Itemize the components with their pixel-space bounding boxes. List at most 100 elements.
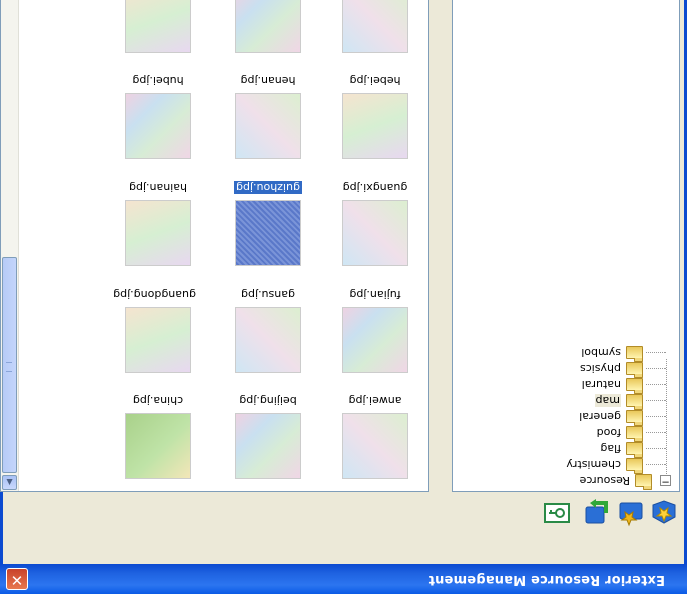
close-button[interactable]: ✕ xyxy=(6,568,28,590)
folder-icon xyxy=(626,410,643,424)
thumbnail-label: henan.jpg xyxy=(240,74,296,87)
thumbnail-item[interactable]: guangxi.jpg xyxy=(335,180,415,266)
map-thumbnail-image xyxy=(342,0,408,53)
tree-guide xyxy=(646,416,666,417)
tree-node-food[interactable]: food xyxy=(597,425,643,441)
map-thumbnail-image xyxy=(125,0,191,53)
add-resource-button[interactable] xyxy=(649,498,679,528)
folder-icon xyxy=(626,442,643,456)
folder-icon xyxy=(626,346,643,360)
add-folder-star-icon xyxy=(619,502,643,527)
tree-node-label: Resource xyxy=(579,474,630,488)
thumbnail-item[interactable]: gansu.jpg xyxy=(228,287,308,373)
thumbnail-label: beijing.jpg xyxy=(239,394,297,407)
add-category-button[interactable] xyxy=(616,498,646,528)
folder-icon xyxy=(626,378,643,392)
thumbnail-item[interactable]: hubei.jpg xyxy=(118,73,198,159)
import-arrow-icon xyxy=(585,499,608,524)
tree-guide xyxy=(646,352,666,353)
thumbnail-item[interactable]: beijing.jpg xyxy=(228,393,308,479)
map-thumbnail-image xyxy=(235,200,301,266)
add-star-icon xyxy=(652,500,676,524)
map-thumbnail-image xyxy=(235,413,301,479)
tree-node-physics[interactable]: physics xyxy=(580,361,643,377)
map-thumbnail-image xyxy=(125,307,191,373)
tree-node-chemistry[interactable]: chemistry xyxy=(566,457,643,473)
thumbnail-item[interactable]: hebei.jpg xyxy=(335,73,415,159)
collapse-toggle[interactable]: − xyxy=(660,475,671,488)
resource-window: Exterior Resource Management ✕ − Resourc… xyxy=(0,0,687,594)
map-thumbnail-image xyxy=(342,93,408,159)
close-icon: ✕ xyxy=(10,571,24,589)
window-body: − Resource chemistry flag food general m… xyxy=(0,0,687,564)
map-thumbnail-image xyxy=(125,93,191,159)
window-title: Exterior Resource Management xyxy=(428,572,665,587)
thumbnail-item[interactable]: guizhou.jpg xyxy=(228,180,308,266)
tree-node-flag[interactable]: flag xyxy=(600,441,643,457)
tree-node-label: map xyxy=(594,394,621,408)
map-thumbnail-image xyxy=(125,200,191,266)
tree-node-label: natural xyxy=(581,378,621,392)
thumbnail-item[interactable]: henan.jpg xyxy=(228,73,308,159)
map-thumbnail-image xyxy=(235,93,301,159)
image-key-icon xyxy=(544,503,570,523)
tree-guide xyxy=(646,400,666,401)
vertical-scrollbar[interactable]: ▲ ▼ xyxy=(1,0,19,491)
thumbnail-item[interactable]: jiangxi.jpg xyxy=(228,0,308,53)
title-bar: Exterior Resource Management ✕ xyxy=(0,564,687,594)
thumbnail-label: guangxi.jpg xyxy=(342,181,408,194)
tree-node-resource[interactable]: − Resource xyxy=(580,473,671,489)
folder-icon xyxy=(626,458,643,472)
tree-guide xyxy=(666,359,667,479)
folder-icon xyxy=(626,362,643,376)
tree-guide xyxy=(646,368,666,369)
thumbnail-label: guizhou.jpg xyxy=(234,181,302,194)
tree-node-map[interactable]: map xyxy=(594,393,643,409)
tree-node-label: physics xyxy=(579,362,621,376)
toolbar xyxy=(524,496,684,528)
tree-node-general[interactable]: general xyxy=(579,409,643,425)
category-tree: − Resource chemistry flag food general m… xyxy=(452,0,680,492)
properties-button[interactable] xyxy=(542,498,572,528)
tree-guide xyxy=(646,384,666,385)
map-thumbnail-image xyxy=(235,0,301,53)
tree-node-label: flag xyxy=(600,442,621,456)
tree-node-label: food xyxy=(596,426,621,440)
tree-guide xyxy=(646,448,666,449)
thumbnail-label: china.jpg xyxy=(132,394,184,407)
map-thumbnail-image xyxy=(342,200,408,266)
tree-guide xyxy=(646,432,666,433)
open-folder-icon xyxy=(626,394,643,408)
grip-icon xyxy=(6,362,12,372)
tree-node-label: symbol xyxy=(581,346,621,360)
thumbnail-label: fujian.jpg xyxy=(349,288,401,301)
tree-node-label: chemistry xyxy=(566,458,621,472)
folder-icon xyxy=(626,426,643,440)
thumbnail-item[interactable]: china.jpg xyxy=(118,393,198,479)
thumbnail-label: hubei.jpg xyxy=(132,74,184,87)
scroll-up-button[interactable]: ▲ xyxy=(2,475,17,490)
thumbnail-item[interactable]: fujian.jpg xyxy=(335,287,415,373)
thumbnail-item[interactable]: hunan.jpg xyxy=(335,0,415,53)
thumbnail-label: hebei.jpg xyxy=(349,74,401,87)
import-button[interactable] xyxy=(581,498,611,528)
thumbnail-label: gansu.jpg xyxy=(241,288,295,301)
thumbnail-item[interactable]: jiangsu.jpg xyxy=(118,0,198,53)
thumbnail-item[interactable]: guangdong.jpg xyxy=(113,287,198,373)
map-thumbnail-image xyxy=(125,413,191,479)
tree-node-natural[interactable]: natural xyxy=(582,377,643,393)
thumbnail-item[interactable]: anwei.jpg xyxy=(335,393,415,479)
thumbnail-label: guangdong.jpg xyxy=(113,288,196,301)
thumbnail-item[interactable]: hainan.jpg xyxy=(118,180,198,266)
map-thumbnail-image xyxy=(235,307,301,373)
tree-guide xyxy=(646,464,666,465)
thumbnail-label: anwei.jpg xyxy=(348,394,402,407)
tree-node-label: general xyxy=(579,410,621,424)
thumbnail-grid: china.jpg beijing.jpg anwei.jpg guangdong.j… xyxy=(0,0,429,492)
folder-icon xyxy=(635,474,652,488)
map-thumbnail-image xyxy=(342,307,408,373)
tree-node-symbol[interactable]: symbol xyxy=(581,345,643,361)
scroll-thumb[interactable] xyxy=(2,257,17,473)
thumbnail-label: hainan.jpg xyxy=(129,181,187,194)
map-thumbnail-image xyxy=(342,413,408,479)
